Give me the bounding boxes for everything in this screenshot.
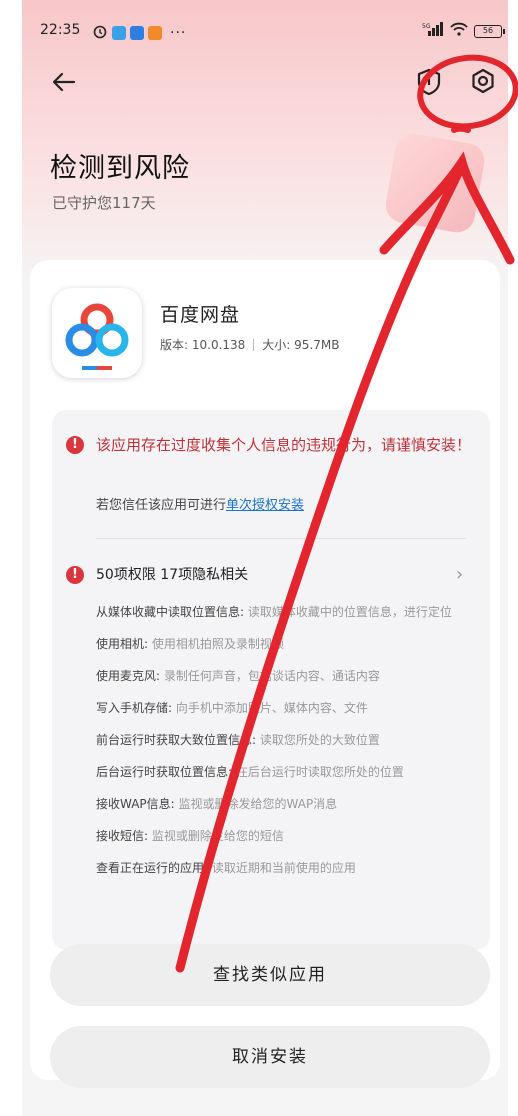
phone-screen: 22:35 ··· 5G 56 检测到风险 已守护您117天 百度网盘 版本: … <box>22 0 508 1116</box>
permission-desc: 监视或删除发给您的WAP消息 <box>178 797 338 811</box>
permission-desc: 在后台运行时读取您所处的位置 <box>235 765 404 779</box>
trust-prefix: 若您信任该应用可进行 <box>96 498 227 513</box>
chevron-right-icon[interactable]: › <box>456 564 463 585</box>
permission-name: 后台运行时获取位置信息: <box>96 765 233 779</box>
permission-item: 使用相机: 使用相机拍照及录制视频 <box>96 634 476 654</box>
permission-name: 接收短信: <box>96 829 149 843</box>
status-bar: 22:35 ··· 5G 56 <box>22 20 508 46</box>
app-name: 百度网盘 <box>160 304 241 326</box>
warning-icon: ! <box>66 436 84 454</box>
alarm-icon <box>92 23 108 43</box>
permission-name: 接收WAP信息: <box>96 797 175 811</box>
app-notification-icon <box>148 26 162 40</box>
shield-badge-illustration <box>382 130 488 236</box>
warning-icon: ! <box>66 566 84 584</box>
permission-name: 使用相机: <box>96 637 149 651</box>
risk-warning-text: 该应用存在过度收集个人信息的违规行为，请谨慎安装！ <box>96 436 472 454</box>
signal-icon: 5G <box>422 22 444 40</box>
permission-item: 从媒体收藏中读取位置信息: 读取媒体收藏中的位置信息，进行定位 <box>96 602 476 622</box>
download-icon <box>130 26 144 40</box>
security-shield-button[interactable] <box>414 66 444 98</box>
more-notifications-icon: ··· <box>170 25 187 41</box>
status-system-icons: 5G 56 <box>422 22 505 40</box>
cancel-install-button[interactable]: 取消安装 <box>50 1026 490 1088</box>
app-notification-icon <box>112 26 126 40</box>
protection-days: 已守护您117天 <box>52 194 156 212</box>
app-meta: 版本: 10.0.138 大小: 95.7MB <box>160 336 339 353</box>
permission-item: 查看正在运行的应用: 读取近期和当前使用的应用 <box>96 858 476 878</box>
permission-item: 接收短信: 监视或删除发给您的短信 <box>96 826 476 846</box>
app-version: 版本: 10.0.138 <box>160 338 246 352</box>
permission-item: 前台运行时获取大致位置信息: 读取您所处的大致位置 <box>96 730 476 750</box>
settings-button[interactable] <box>468 66 498 98</box>
single-authorization-link[interactable]: 单次授权安装 <box>226 498 304 513</box>
permission-item: 接收WAP信息: 监视或删除发给您的WAP消息 <box>96 794 476 814</box>
status-time: 22:35 <box>40 22 81 38</box>
battery-icon: 56 <box>474 24 505 38</box>
network-type: 5G <box>422 23 431 30</box>
gear-icon <box>472 68 494 94</box>
permission-name: 使用麦克风: <box>96 669 161 683</box>
permission-name: 查看正在运行的应用: <box>96 861 209 875</box>
permission-item: 后台运行时获取位置信息: 在后台运行时读取您所处的位置 <box>96 762 476 782</box>
wifi-icon <box>450 22 468 40</box>
permission-desc: 读取媒体收藏中的位置信息，进行定位 <box>247 605 452 619</box>
page-title: 检测到风险 <box>50 153 190 184</box>
permission-item: 写入手机存储: 向手机中添加照片、媒体内容、文件 <box>96 698 476 718</box>
permission-desc: 录制任何声音，包括谈话内容、通话内容 <box>163 669 380 683</box>
shield-icon <box>417 68 441 96</box>
baidu-netdisk-app-icon <box>52 288 142 378</box>
permission-item: 使用麦克风: 录制任何声音，包括谈话内容、通话内容 <box>96 666 476 686</box>
app-size: 大小: 95.7MB <box>262 338 340 352</box>
divider <box>96 538 466 539</box>
back-button[interactable] <box>48 66 80 98</box>
permission-name: 写入手机存储: <box>96 701 173 715</box>
permission-list: 从媒体收藏中读取位置信息: 读取媒体收藏中的位置信息，进行定位 使用相机: 使用… <box>96 602 476 890</box>
arrow-left-icon <box>52 72 76 92</box>
risk-panel: ! 该应用存在过度收集个人信息的违规行为，请谨慎安装！ 若您信任该应用可进行单次… <box>52 410 490 950</box>
permission-desc: 监视或删除发给您的短信 <box>151 829 284 843</box>
meta-divider <box>253 338 255 351</box>
status-notification-icons: ··· <box>92 23 186 43</box>
permission-desc: 读取近期和当前使用的应用 <box>211 861 356 875</box>
trust-line: 若您信任该应用可进行单次授权安装 <box>96 494 304 513</box>
find-similar-apps-button[interactable]: 查找类似应用 <box>50 944 490 1006</box>
permission-name: 前台运行时获取大致位置信息: <box>96 733 257 747</box>
permission-desc: 读取您所处的大致位置 <box>259 733 380 747</box>
permission-name: 从媒体收藏中读取位置信息: <box>96 605 245 619</box>
permissions-summary[interactable]: 50项权限 17项隐私相关 <box>96 564 248 584</box>
permission-desc: 使用相机拍照及录制视频 <box>151 637 284 651</box>
permission-desc: 向手机中添加照片、媒体内容、文件 <box>175 701 368 715</box>
